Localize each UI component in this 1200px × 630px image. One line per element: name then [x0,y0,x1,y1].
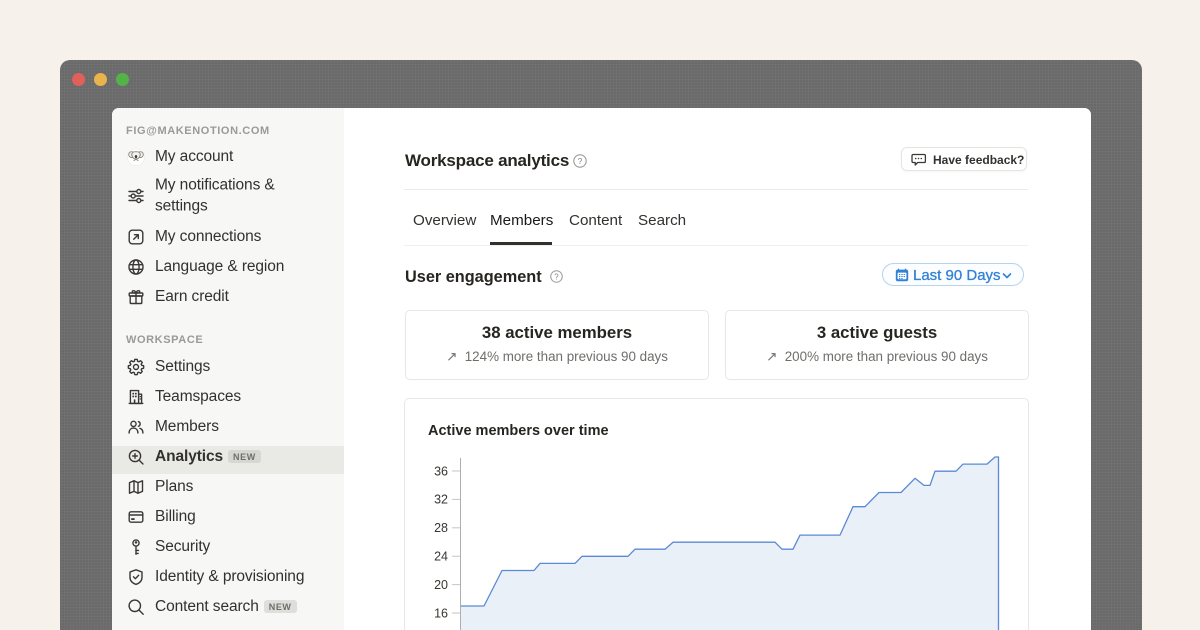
svg-text:?: ? [578,156,583,166]
svg-text:36: 36 [434,465,448,479]
svg-text:28: 28 [434,521,448,535]
svg-text:20: 20 [434,578,448,592]
svg-text:24: 24 [434,550,448,564]
svg-text:?: ? [554,272,559,281]
svg-text:32: 32 [434,493,448,507]
svg-text:16: 16 [434,607,448,621]
